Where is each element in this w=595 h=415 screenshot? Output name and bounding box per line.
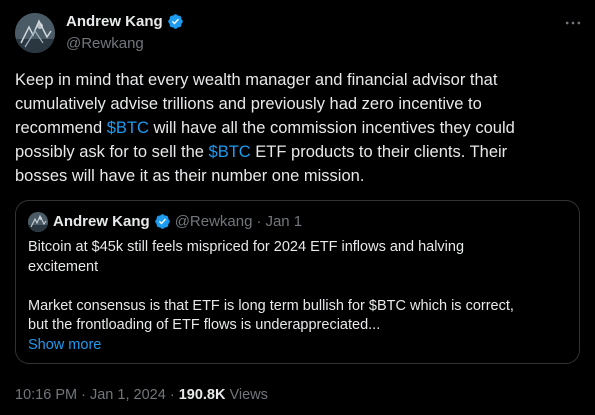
tweet-line: possibly ask for to sell the $BTC ETF pr…	[15, 143, 508, 161]
author-name[interactable]: Andrew Kang	[66, 13, 163, 30]
tweet-line: recommend $BTC will have all the commiss…	[15, 119, 515, 137]
separator-dot: ·	[169, 387, 175, 403]
tweet-meta: 10:16 PM · Jan 1, 2024 · 190.8K Views	[15, 387, 268, 403]
quoted-author-handle: @Rewkang	[174, 213, 253, 230]
cashtag-link[interactable]: $BTC	[209, 143, 251, 161]
verified-badge-icon	[154, 213, 171, 230]
quoted-line: but the frontloading of ETF flows is und…	[28, 317, 381, 333]
author-handle[interactable]: @Rewkang	[66, 35, 144, 52]
quoted-tweet[interactable]: Andrew Kang @Rewkang · Jan 1 Bitcoin at …	[15, 200, 580, 364]
tweet-line: cumulatively advise trillions and previo…	[15, 95, 482, 113]
views-count[interactable]: 190.8K	[179, 387, 226, 403]
verified-badge-icon[interactable]	[167, 13, 184, 30]
tweet-card: Andrew Kang @Rewkang Keep in mind that e…	[0, 0, 595, 415]
tweet-date[interactable]: Jan 1, 2024	[90, 387, 166, 403]
more-options-icon[interactable]	[561, 13, 585, 33]
quoted-author-name[interactable]: Andrew Kang	[53, 213, 150, 230]
quoted-line: Market consensus is that ETF is long ter…	[28, 297, 514, 314]
tweet-text: Keep in mind that every wealth manager a…	[15, 68, 585, 188]
author-avatar[interactable]	[15, 13, 55, 53]
tweet-time[interactable]: 10:16 PM	[15, 387, 77, 403]
author-name-row[interactable]: Andrew Kang	[66, 13, 184, 30]
separator-dot: ·	[81, 387, 86, 403]
show-more-link[interactable]: Show more	[28, 337, 101, 353]
quoted-blank-line	[28, 277, 568, 297]
quoted-author-avatar[interactable]	[28, 212, 48, 232]
quoted-line: excitement	[28, 258, 99, 275]
quoted-header: Andrew Kang @Rewkang · Jan 1	[53, 213, 302, 230]
views-label: Views	[229, 387, 268, 403]
quoted-line: Bitcoin at $45k still feels mispriced fo…	[28, 239, 465, 255]
tweet-line: bosses will have it as their number one …	[15, 167, 365, 185]
quoted-date[interactable]: Jan 1	[265, 213, 302, 230]
tweet-line: Keep in mind that every wealth manager a…	[15, 71, 498, 89]
separator-dot: ·	[256, 213, 262, 230]
cashtag-link[interactable]: $BTC	[107, 119, 149, 137]
quoted-text: Bitcoin at $45k still feels mispriced fo…	[28, 238, 568, 336]
